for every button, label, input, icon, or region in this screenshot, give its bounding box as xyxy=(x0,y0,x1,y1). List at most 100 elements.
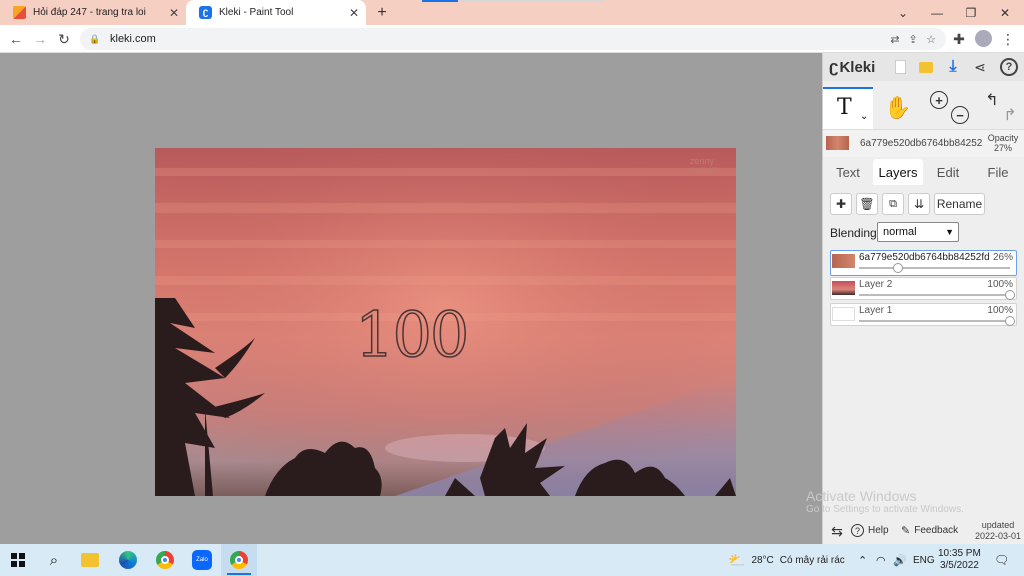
close-window-button[interactable]: ✕ xyxy=(988,0,1022,25)
delete-layer-icon[interactable]: 🗑 xyxy=(856,193,878,215)
browser-toolbar: ← → ↻ 🔒 kleki.com ⇄ ⇪ ☆ ✚ ⋮ xyxy=(0,25,1024,53)
show-hidden-icons-chevron-icon[interactable]: ⌃ xyxy=(858,544,867,576)
zoom-in-icon[interactable]: + xyxy=(930,91,948,109)
zoom-out-icon[interactable]: − xyxy=(951,106,969,124)
kleki-logo[interactable]: ʗ Kleki xyxy=(829,57,876,76)
tab-title: Hỏi đáp 247 - trang tra loi xyxy=(33,7,146,18)
share-icon[interactable]: ⋖ xyxy=(971,57,989,77)
lock-icon[interactable]: 🔒 xyxy=(86,30,104,48)
layer-opacity-slider[interactable] xyxy=(859,267,1010,269)
weather-text: Có mây rải rác xyxy=(779,554,845,566)
extensions-puzzle-icon[interactable]: ✚ xyxy=(949,29,969,49)
forward-arrow-icon[interactable]: → xyxy=(30,29,50,49)
layer-opacity-knob[interactable] xyxy=(893,263,904,273)
help-button[interactable]: ? Help xyxy=(851,524,889,537)
blending-select[interactable]: normal ▼ xyxy=(877,222,959,242)
search-icon[interactable]: ⌕ xyxy=(36,544,72,576)
undo-icon[interactable]: ↰ xyxy=(983,91,1001,109)
chrome-active-icon[interactable] xyxy=(221,544,257,576)
chevron-down-icon[interactable]: ⌄ xyxy=(860,111,868,122)
tab-edit[interactable]: Edit xyxy=(923,159,973,185)
chrome-icon[interactable] xyxy=(147,544,183,576)
kleki-logo-text: Kleki xyxy=(839,58,876,76)
swap-arrows-icon[interactable]: ⇆ xyxy=(827,522,847,540)
tab-title: Kleki - Paint Tool xyxy=(219,7,294,18)
help-question-icon: ? xyxy=(851,524,864,537)
help-label: Help xyxy=(868,525,889,536)
layer-thumbnail xyxy=(832,254,855,268)
merge-down-icon[interactable]: ⇊ xyxy=(908,193,930,215)
duplicate-layer-icon[interactable]: ⧉ xyxy=(882,193,904,215)
add-layer-icon[interactable]: ✚ xyxy=(830,193,852,215)
close-tab-icon[interactable]: ✕ xyxy=(166,6,182,20)
volume-icon[interactable]: 🔊 xyxy=(893,544,907,576)
tab-indicator xyxy=(422,0,458,2)
language-indicator[interactable]: ENG xyxy=(913,544,935,576)
layer-opacity: 26% xyxy=(992,252,1013,263)
current-layer-opacity[interactable]: Opacity 27% xyxy=(983,133,1023,153)
tab-search-icon[interactable]: ⌄ xyxy=(886,0,920,25)
updated-info[interactable]: updated 2022-03-01 xyxy=(973,520,1023,542)
new-tab-button[interactable]: + xyxy=(372,3,392,23)
kleki-side-panel: ʗ Kleki ⤓ ⋖ ? T ⌄ ✋ + − ↰ ↱ 6a779e520db67… xyxy=(822,53,1024,544)
hand-tool-icon[interactable]: ✋ xyxy=(883,93,913,123)
redo-icon[interactable]: ↱ xyxy=(1001,106,1019,124)
tab-hoidap[interactable]: Hỏi đáp 247 - trang tra loi ✕ xyxy=(0,0,186,25)
share-icon[interactable]: ⇪ xyxy=(904,30,922,48)
url-text: kleki.com xyxy=(110,33,156,45)
tab-kleki[interactable]: ʗ Kleki - Paint Tool ✕ xyxy=(186,0,366,25)
text-tool-icon: T xyxy=(837,95,852,120)
layer-item[interactable]: Layer 1 100% xyxy=(830,303,1017,326)
close-tab-icon[interactable]: ✕ xyxy=(346,6,362,20)
kleki-logo-icon: ʗ xyxy=(829,57,839,76)
updated-date: 2022-03-01 xyxy=(974,531,1022,541)
profile-avatar[interactable] xyxy=(975,30,992,47)
download-icon[interactable]: ⤓ xyxy=(944,57,962,77)
layer-opacity-slider[interactable] xyxy=(859,294,1010,296)
watermark-line2: #hd247 xyxy=(687,166,718,176)
clock[interactable]: 10:35 PM 3/5/2022 xyxy=(938,544,981,576)
windows-start-icon[interactable] xyxy=(0,544,36,576)
clock-time: 10:35 PM xyxy=(938,548,981,559)
opacity-value: 27% xyxy=(993,143,1012,153)
feedback-label: Feedback xyxy=(914,525,959,536)
new-image-icon[interactable] xyxy=(892,58,908,76)
zalo-icon[interactable]: Zalo xyxy=(184,544,220,576)
help-question-icon[interactable]: ? xyxy=(1000,58,1018,76)
restore-button[interactable]: ❐ xyxy=(954,0,988,25)
layer-item[interactable]: Layer 2 100% xyxy=(830,277,1017,300)
canvas-text-100: 100 xyxy=(354,297,470,372)
reload-icon[interactable]: ↻ xyxy=(54,29,74,49)
layer-opacity-knob[interactable] xyxy=(1005,316,1015,326)
chrome-menu-icon[interactable]: ⋮ xyxy=(998,29,1018,49)
layer-opacity-knob[interactable] xyxy=(1005,290,1015,300)
layer-thumbnail xyxy=(832,281,855,295)
wifi-icon[interactable]: ◠ xyxy=(876,544,886,576)
edge-browser-icon[interactable] xyxy=(110,544,146,576)
tab-file[interactable]: File xyxy=(973,159,1023,185)
current-layer-thumbnail xyxy=(826,136,849,150)
windows-taskbar: ⌕ Zalo ⛅ 28°C Có mây rải rác ⌃ ◠ 🔊 ENG 1… xyxy=(0,544,1024,576)
weather-widget[interactable]: ⛅ 28°C Có mây rải rác xyxy=(728,544,845,576)
layer-item[interactable]: 6a779e520db6764bb84252fd 26% xyxy=(830,250,1017,276)
drawing-canvas[interactable]: 100 zenny #hd247 xyxy=(155,148,736,496)
tab-layers[interactable]: Layers xyxy=(873,159,923,185)
blending-value: normal xyxy=(883,226,917,238)
minimize-button[interactable]: — xyxy=(920,0,954,25)
back-arrow-icon[interactable]: ← xyxy=(6,29,26,49)
layer-opacity-slider[interactable] xyxy=(859,320,1010,322)
tab-text[interactable]: Text xyxy=(823,159,873,185)
feedback-button[interactable]: ✎ Feedback xyxy=(901,524,958,537)
open-folder-icon[interactable] xyxy=(917,58,935,76)
notification-icon[interactable]: 🗨 xyxy=(994,544,1009,576)
bookmark-star-icon[interactable]: ☆ xyxy=(922,30,940,48)
rename-button[interactable]: Rename xyxy=(934,193,985,215)
tab-indicator-2 xyxy=(460,0,604,2)
file-explorer-icon[interactable] xyxy=(72,544,108,576)
address-bar[interactable]: 🔒 kleki.com ⇄ ⇪ ☆ xyxy=(80,28,946,50)
clock-date: 3/5/2022 xyxy=(939,560,979,571)
partly-cloudy-icon: ⛅ xyxy=(728,551,746,568)
text-tool[interactable]: T ⌄ xyxy=(823,87,873,129)
kleki-favicon-icon: ʗ xyxy=(199,6,212,19)
translate-icon[interactable]: ⇄ xyxy=(886,30,904,48)
